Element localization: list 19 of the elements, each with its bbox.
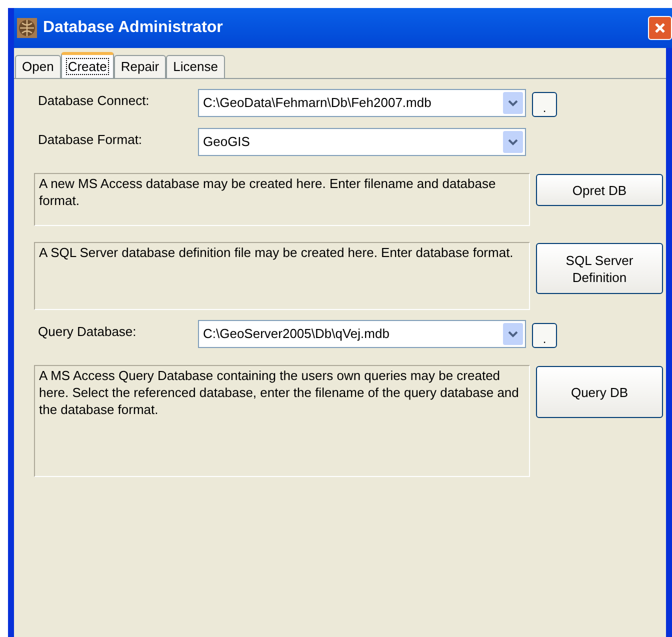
browse-button[interactable]: . [532,323,557,348]
field-label: Query Database: [37,323,138,341]
description-text: A new MS Access database may be created here. Enter filename and database format. [34,173,530,226]
window-title: Database Administrator [43,18,224,38]
tab[interactable]: Open [15,55,61,78]
action-button[interactable]: Query DB [536,366,663,418]
dropdown[interactable]: C:\GeoServer2005\Db\qVej.mdb [198,320,526,348]
action-button[interactable]: SQL Server Definition [536,243,663,294]
tab[interactable]: Repair [114,55,166,78]
field-label: Database Connect: [37,92,150,110]
tab[interactable]: License [166,55,225,78]
dropdown[interactable]: GeoGIS [198,128,526,156]
tab[interactable]: Create [60,52,114,78]
description-text: A SQL Server database definition file may be created here. Enter database format. [34,242,530,310]
action-button[interactable]: Opret DB [536,174,663,206]
dropdown[interactable]: C:\GeoData\Fehmarn\Db\Feh2007.mdb [198,89,526,117]
description-text: A MS Access Query Database containing the users own queries may be created here. Select the referenced database, enter the filename of the query database and the database format. [34,365,530,477]
browse-button[interactable]: . [532,92,557,117]
field-label: Database Format: [37,131,144,149]
